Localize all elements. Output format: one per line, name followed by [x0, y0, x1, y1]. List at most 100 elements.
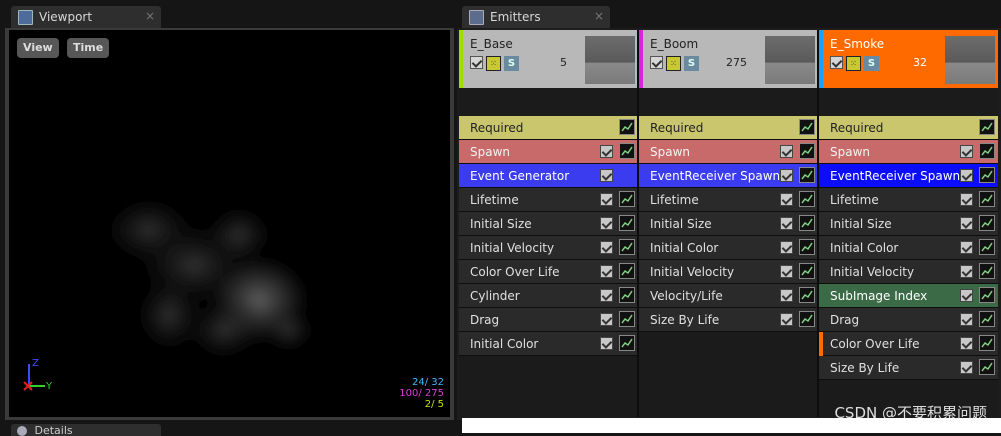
emitter-enable-checkbox[interactable]	[830, 56, 843, 69]
curve-graph-icon[interactable]	[799, 191, 815, 207]
module-enable-checkbox[interactable]	[960, 241, 973, 254]
module-enable-checkbox[interactable]	[780, 169, 793, 182]
curve-graph-icon[interactable]	[799, 263, 815, 279]
emitter-header[interactable]: E_Smoke ⁙ S 32	[819, 30, 998, 88]
module-enable-checkbox[interactable]	[780, 289, 793, 302]
module-row[interactable]: Initial Size	[819, 212, 998, 236]
curve-graph-icon[interactable]	[979, 143, 995, 159]
curve-graph-icon[interactable]	[619, 119, 635, 135]
module-enable-checkbox[interactable]	[960, 361, 973, 374]
module-row[interactable]: Required	[639, 116, 818, 140]
curve-graph-icon[interactable]	[619, 239, 635, 255]
emitter-header[interactable]: E_Base ⁙ S 5	[459, 30, 638, 88]
module-enable-checkbox[interactable]	[780, 265, 793, 278]
module-enable-checkbox[interactable]	[600, 313, 613, 326]
emitters-tab[interactable]: Emitters ×	[462, 6, 610, 28]
module-enable-checkbox[interactable]	[960, 313, 973, 326]
curve-graph-icon[interactable]	[979, 239, 995, 255]
view-button[interactable]: View	[17, 38, 59, 58]
module-row[interactable]: Initial Color	[639, 236, 818, 260]
module-enable-checkbox[interactable]	[600, 289, 613, 302]
curve-graph-icon[interactable]	[799, 287, 815, 303]
module-enable-checkbox[interactable]	[600, 169, 613, 182]
close-icon[interactable]: ×	[594, 9, 604, 23]
module-row[interactable]: Initial Velocity	[819, 260, 998, 284]
module-enable-checkbox[interactable]	[600, 241, 613, 254]
module-row[interactable]: Drag	[819, 308, 998, 332]
details-tab[interactable]: Details	[11, 424, 161, 436]
solo-button[interactable]: S	[684, 56, 699, 71]
module-row[interactable]: Spawn	[639, 140, 818, 164]
module-enable-checkbox[interactable]	[600, 337, 613, 350]
module-row[interactable]: Required	[459, 116, 638, 140]
module-row[interactable]: Color Over Life	[819, 332, 998, 356]
emitter-column[interactable]: E_Boom ⁙ S 275 Required Spawn EventReceiver Sp…	[639, 30, 818, 417]
module-row[interactable]: Event Generator	[459, 164, 638, 188]
emitter-column[interactable]: E_Base ⁙ S 5 Required Spawn Event Generator Lif…	[459, 30, 638, 417]
module-enable-checkbox[interactable]	[780, 241, 793, 254]
module-row[interactable]: Size By Life	[639, 308, 818, 332]
viewport-tab[interactable]: Viewport ×	[11, 6, 161, 28]
curve-graph-icon[interactable]	[619, 191, 635, 207]
module-enable-checkbox[interactable]	[600, 265, 613, 278]
module-row[interactable]: Spawn	[459, 140, 638, 164]
curve-graph-icon[interactable]	[979, 335, 995, 351]
module-row[interactable]: Initial Size	[639, 212, 818, 236]
curve-graph-icon[interactable]	[979, 167, 995, 183]
module-row[interactable]: Initial Velocity	[639, 260, 818, 284]
curve-graph-icon[interactable]	[799, 215, 815, 231]
solo-button[interactable]: S	[864, 56, 879, 71]
curve-graph-icon[interactable]	[619, 311, 635, 327]
curve-graph-icon[interactable]	[979, 215, 995, 231]
emitter-header[interactable]: E_Boom ⁙ S 275	[639, 30, 818, 88]
module-row[interactable]: Velocity/Life	[639, 284, 818, 308]
viewport-canvas[interactable]: View Time Z Y 24/ 32 100/ 275 2/ 5	[9, 30, 450, 417]
module-enable-checkbox[interactable]	[960, 193, 973, 206]
curve-graph-icon[interactable]	[799, 119, 815, 135]
module-row[interactable]: Initial Velocity	[459, 236, 638, 260]
curve-graph-icon[interactable]	[619, 143, 635, 159]
emitter-render-mode-icon[interactable]: ⁙	[666, 56, 681, 71]
curve-graph-icon[interactable]	[799, 239, 815, 255]
module-row[interactable]: Initial Color	[459, 332, 638, 356]
curve-graph-icon[interactable]	[979, 263, 995, 279]
module-row[interactable]: Required	[819, 116, 998, 140]
module-enable-checkbox[interactable]	[600, 217, 613, 230]
module-row[interactable]: Lifetime	[639, 188, 818, 212]
module-enable-checkbox[interactable]	[960, 169, 973, 182]
module-row[interactable]: Initial Color	[819, 236, 998, 260]
module-row[interactable]: Initial Size	[459, 212, 638, 236]
module-row[interactable]: Lifetime	[459, 188, 638, 212]
curve-graph-icon[interactable]	[799, 167, 815, 183]
curve-graph-icon[interactable]	[619, 215, 635, 231]
module-enable-checkbox[interactable]	[780, 193, 793, 206]
module-row[interactable]: SubImage Index	[819, 284, 998, 308]
module-row[interactable]: Color Over Life	[459, 260, 638, 284]
curve-graph-icon[interactable]	[799, 143, 815, 159]
module-row[interactable]: Lifetime	[819, 188, 998, 212]
module-enable-checkbox[interactable]	[780, 313, 793, 326]
curve-graph-icon[interactable]	[979, 287, 995, 303]
module-enable-checkbox[interactable]	[780, 145, 793, 158]
emitter-render-mode-icon[interactable]: ⁙	[486, 56, 501, 71]
module-enable-checkbox[interactable]	[960, 289, 973, 302]
curve-graph-icon[interactable]	[619, 287, 635, 303]
curve-graph-icon[interactable]	[979, 191, 995, 207]
curve-graph-icon[interactable]	[799, 311, 815, 327]
module-enable-checkbox[interactable]	[960, 217, 973, 230]
curve-graph-icon[interactable]	[979, 119, 995, 135]
module-enable-checkbox[interactable]	[600, 145, 613, 158]
emitter-column[interactable]: E_Smoke ⁙ S 32 Required Spawn EventReceiver Sp…	[819, 30, 998, 417]
module-row[interactable]: Spawn	[819, 140, 998, 164]
module-enable-checkbox[interactable]	[780, 217, 793, 230]
module-enable-checkbox[interactable]	[960, 265, 973, 278]
solo-button[interactable]: S	[504, 56, 519, 71]
module-row[interactable]: Size By Life	[819, 356, 998, 380]
emitter-enable-checkbox[interactable]	[650, 56, 663, 69]
curve-graph-icon[interactable]	[619, 263, 635, 279]
module-row[interactable]: Cylinder	[459, 284, 638, 308]
module-enable-checkbox[interactable]	[960, 145, 973, 158]
emitter-enable-checkbox[interactable]	[470, 56, 483, 69]
emitter-render-mode-icon[interactable]: ⁙	[846, 56, 861, 71]
time-button[interactable]: Time	[67, 38, 110, 58]
